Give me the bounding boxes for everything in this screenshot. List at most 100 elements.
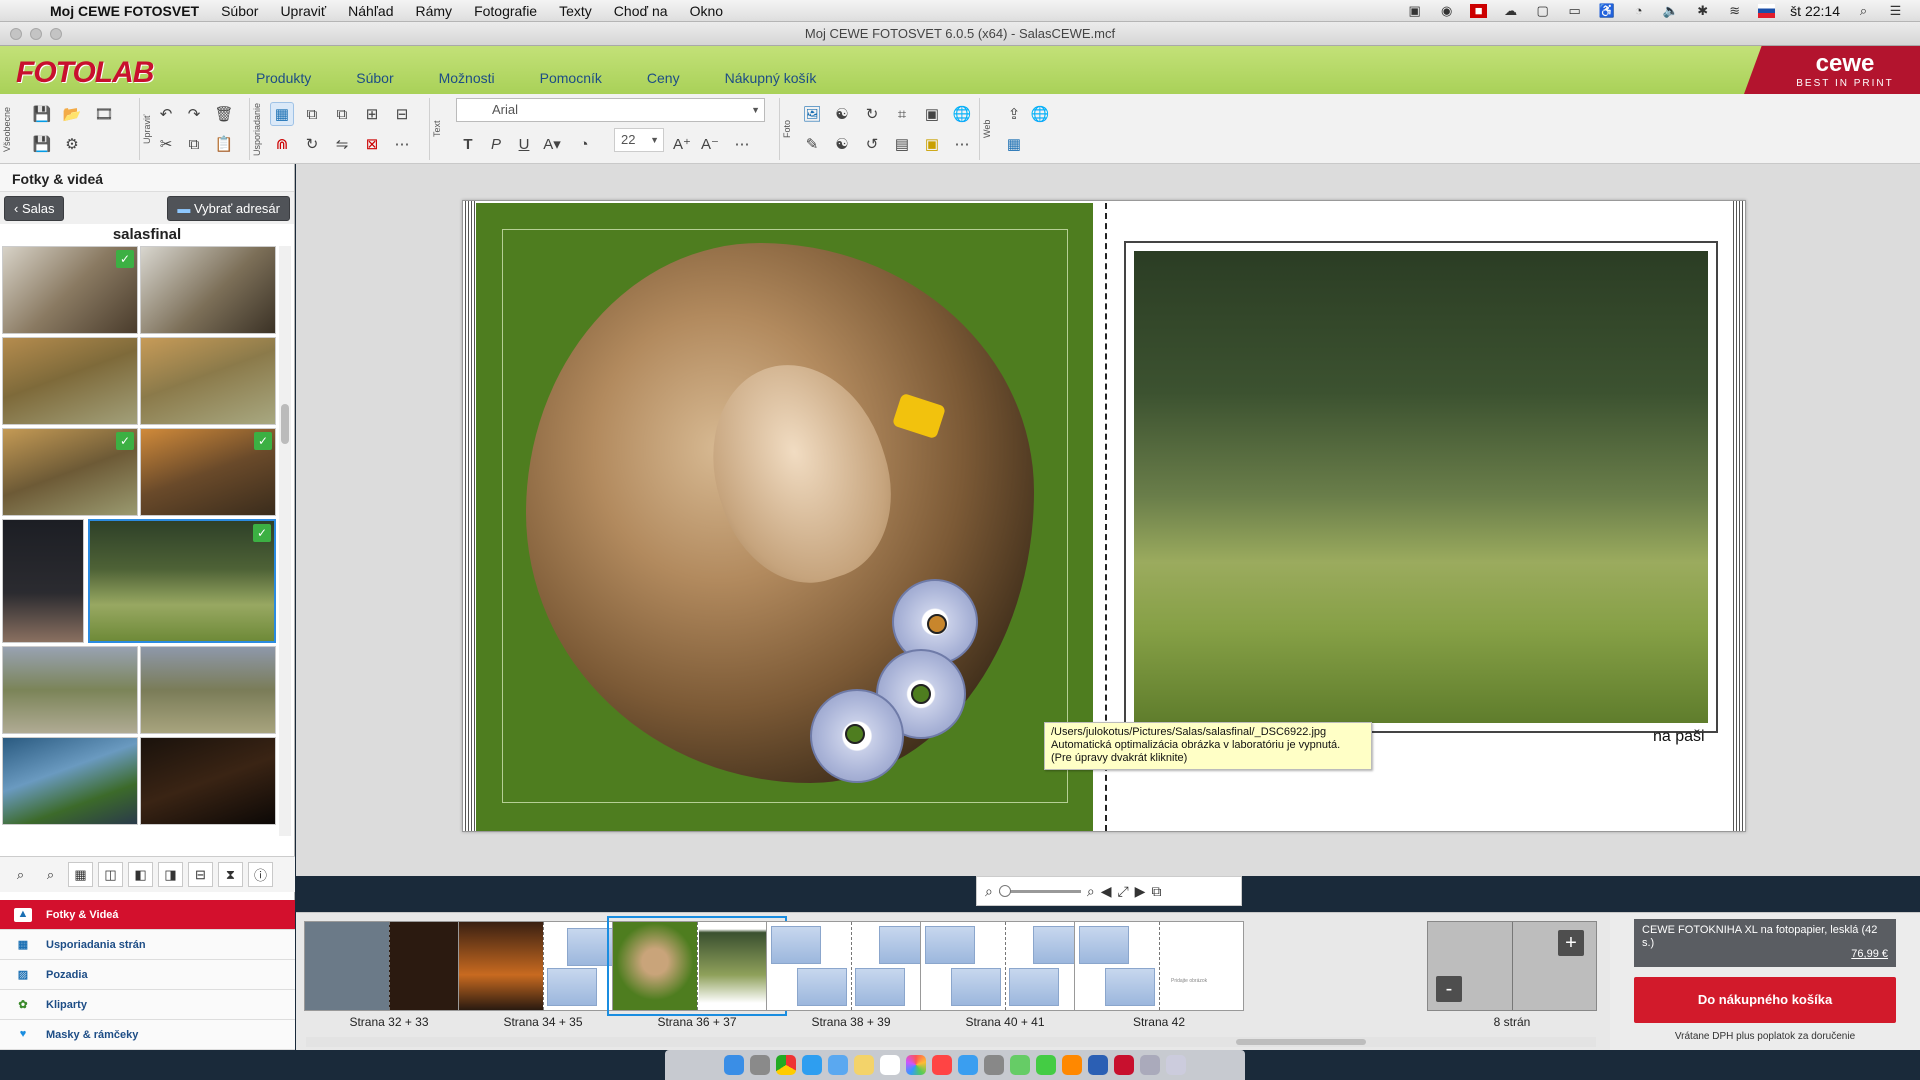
menu-nakupny-kosik[interactable]: Nákupný košík [725,70,817,86]
scrollbar-thumb[interactable] [281,404,289,444]
calendar-icon[interactable] [880,1055,900,1075]
minimize-window-button[interactable] [30,28,42,40]
paste-icon[interactable]: 📋 [212,132,236,156]
zoom-in-icon[interactable]: ⌕ [1087,883,1095,900]
chrome-icon[interactable] [776,1055,796,1075]
bold-icon[interactable]: T [456,132,480,156]
maps-icon[interactable] [1010,1055,1030,1075]
page-thumb[interactable] [304,921,474,1011]
text-fill-icon[interactable]: ◔ [572,132,596,156]
zoom-slider-handle[interactable] [998,884,1011,897]
undo-icon[interactable]: ↶ [154,102,178,126]
photo-shadow-icon[interactable]: ▣ [920,102,944,126]
menu-subor-app[interactable]: Súbor [356,70,393,86]
sidenav-cliparts[interactable]: ✿ Kliparty [0,990,295,1020]
product-price[interactable]: 76,99 € [1851,948,1888,961]
preferences-icon[interactable] [984,1055,1004,1075]
photo-thumb[interactable]: ✓ [140,428,276,516]
sidenav-masks[interactable]: ♥ Masky & rámčeky [0,1020,295,1050]
bluetooth-icon[interactable]: ✱ [1694,3,1711,18]
photo-thumb[interactable]: ✓ [2,428,138,516]
photo-thumb[interactable] [140,646,276,734]
cut-icon[interactable]: ✂ [154,132,178,156]
flip-icon[interactable]: ⇋ [330,132,354,156]
photo-edit-icon[interactable]: ✎ [800,132,824,156]
photo-thumb[interactable] [140,246,276,334]
photo-thumb[interactable] [2,519,84,643]
menu-nahlad[interactable]: Náhľad [337,3,404,19]
photo-rotate-icon[interactable]: ↻ [860,102,884,126]
photo-thumb[interactable] [2,646,138,734]
page-view-icon[interactable]: ⧉ [1151,883,1161,900]
status-cloud-icon[interactable]: ☁ [1502,3,1519,18]
menu-ceny[interactable]: Ceny [647,70,680,86]
menu-moznosti[interactable]: Možnosti [439,70,495,86]
photo-effects-icon[interactable]: ☯ [830,102,854,126]
more-photo-icon[interactable]: ⋯ [950,132,974,156]
menu-pomocnik[interactable]: Pomocník [540,70,602,86]
web-upload-icon[interactable]: ⇪ [1002,102,1026,126]
font-family-select[interactable]: Arial ▼ [456,98,765,122]
font-bigger-icon[interactable]: A⁺ [670,132,694,156]
font-smaller-icon[interactable]: A⁻ [698,132,722,156]
status-app-icon[interactable]: ▣ [1406,3,1423,18]
open-project-icon[interactable]: 📂 [60,102,84,126]
trash-icon[interactable] [1166,1055,1186,1075]
status-eye-icon[interactable]: ◉ [1438,3,1455,18]
page-thumb-selected[interactable] [607,916,787,1016]
close-window-button[interactable] [10,28,22,40]
status-display-icon[interactable]: ▭ [1566,3,1583,18]
remove-frame-icon[interactable]: ⊠ [360,132,384,156]
menu-ramy[interactable]: Rámy [405,3,464,19]
spotlight-icon[interactable]: ⌕ [1855,3,1872,18]
photo-thumb[interactable] [2,737,138,825]
grid-icon[interactable]: ▦ [270,102,294,126]
menu-chod-na[interactable]: Choď na [603,3,679,19]
appstore-icon[interactable] [958,1055,978,1075]
cewe-app-icon[interactable] [1114,1055,1134,1075]
status-red-icon[interactable]: ■ [1470,3,1488,18]
photo-thumb[interactable] [140,337,276,425]
layout-3-icon[interactable]: ◨ [158,862,183,887]
product-info[interactable]: CEWE FOTOKNIHA XL na fotopapier, lesklá … [1634,919,1896,967]
page-thumb[interactable] [458,921,628,1011]
sidenav-layouts[interactable]: ▦ Usporiadania strán [0,930,295,960]
menu-fotografie[interactable]: Fotografie [463,3,548,19]
zoom-out-thumbs-icon[interactable]: ⌕ [8,862,33,887]
layout-2-icon[interactable]: ◧ [128,862,153,887]
send-backward-icon[interactable]: ⧉ [330,102,354,126]
photo-frame-icon[interactable]: ▣ [920,132,944,156]
menu-okno[interactable]: Okno [679,3,734,19]
zoom-window-button[interactable] [50,28,62,40]
scrollbar-thumb[interactable] [1236,1039,1366,1045]
finder-icon[interactable] [724,1055,744,1075]
volume-icon[interactable]: 🔈 [1662,3,1679,18]
flower-clipart[interactable] [810,689,904,783]
more-text-icon[interactable]: ⋯ [730,132,754,156]
filter-icon[interactable]: ⧗ [218,862,243,887]
menu-texty[interactable]: Texty [548,3,603,19]
photo-mirror-icon[interactable]: ↺ [860,132,884,156]
fit-page-icon[interactable]: ⤢ [1117,883,1128,900]
photo-filter-icon[interactable]: ☯ [830,132,854,156]
clock[interactable]: št 22:14 [1790,3,1840,19]
photos-app-icon[interactable] [906,1055,926,1075]
zoom-out-icon[interactable]: ⌕ [985,883,993,900]
page-strip-scrollbar[interactable] [306,1037,1596,1047]
music-icon[interactable] [932,1055,952,1075]
notes-icon[interactable] [854,1055,874,1075]
page-thumb[interactable]: Pridajte obrázok [1074,921,1244,1011]
insert-photo-icon[interactable]: 🖼 [800,102,824,126]
photo-grid-scrollbar[interactable] [279,246,291,836]
project-icon[interactable]: 🎞 [92,102,116,126]
photo-thumb[interactable] [140,737,276,825]
messages-icon[interactable] [1036,1055,1056,1075]
menu-upravit[interactable]: Upraviť [269,3,337,19]
photo-thumb[interactable]: ✓ [2,246,138,334]
launchpad-icon[interactable] [750,1055,770,1075]
rotate-icon[interactable]: ↻ [300,132,324,156]
app-menu[interactable]: Moj CEWE FOTOSVET [44,3,210,19]
sidenav-photos[interactable]: ▲ Fotky & Videá [0,900,295,930]
underline-icon[interactable]: U [512,132,536,156]
italic-icon[interactable]: P [484,132,508,156]
